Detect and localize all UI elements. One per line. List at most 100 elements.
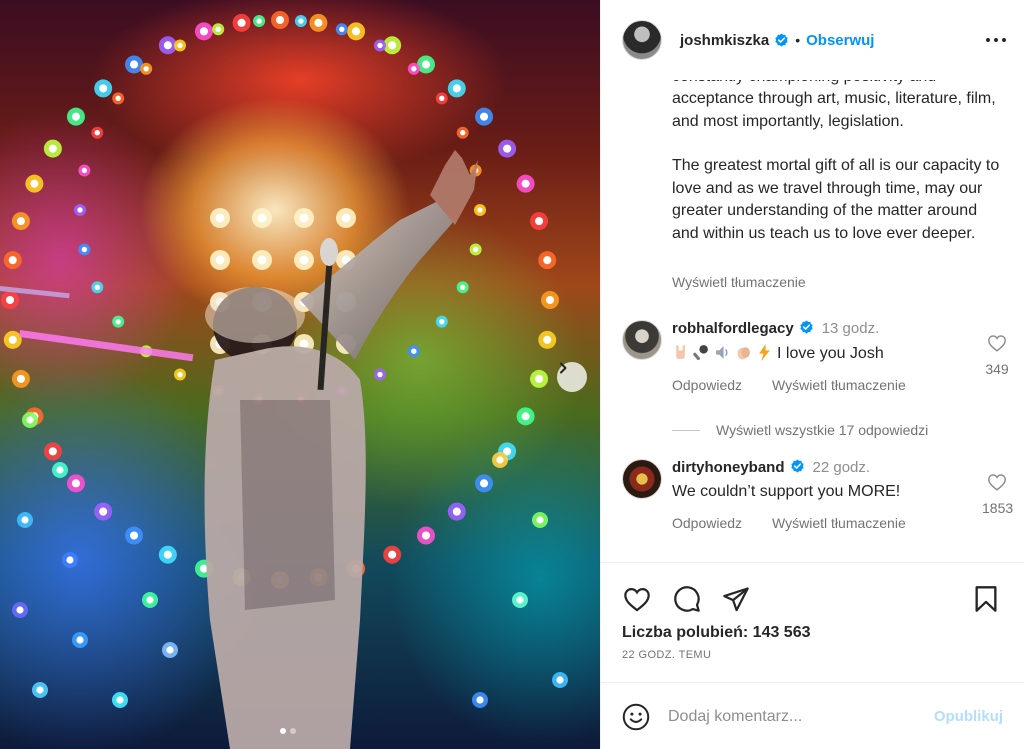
- light-beam: [19, 329, 194, 362]
- commenter-avatar[interactable]: [622, 459, 662, 499]
- reply-button[interactable]: Odpowiedz: [672, 515, 742, 531]
- stage-light-core: [48, 447, 57, 456]
- heart-icon: [988, 335, 1006, 352]
- caption-paragraph: The greatest mortal gift of all is our c…: [672, 157, 1000, 242]
- stage-light-core: [215, 213, 225, 223]
- stage-light-core: [16, 217, 25, 226]
- reply-button[interactable]: Odpowiedz: [672, 377, 742, 393]
- stage-light-core: [94, 284, 100, 290]
- stage-light-core: [71, 112, 80, 121]
- stage-light-core: [411, 66, 417, 72]
- comment-input[interactable]: [668, 707, 908, 726]
- more-options-icon: [986, 38, 1006, 42]
- stage-light-core: [421, 60, 431, 69]
- stage-light-core: [16, 606, 24, 614]
- carousel-next-button[interactable]: [557, 362, 587, 392]
- stage-light-core: [26, 416, 34, 424]
- stage-light-core: [439, 318, 445, 325]
- stage-light-core: [543, 335, 552, 344]
- concert-illustration: [0, 11, 568, 749]
- share-button[interactable]: [720, 583, 752, 615]
- stage-light-core: [99, 84, 108, 93]
- more-options-button[interactable]: [984, 28, 1008, 52]
- stage-light-core: [8, 256, 17, 265]
- stage-light-core: [477, 207, 483, 213]
- stage-light-core: [339, 26, 345, 32]
- stage-light-core: [535, 217, 544, 226]
- comment-username[interactable]: robhalfordlegacy: [672, 320, 794, 337]
- stage-light-core: [66, 556, 74, 564]
- stage-light-core: [521, 412, 530, 421]
- stage-light-core: [116, 696, 124, 704]
- bookmark-icon: [975, 586, 997, 612]
- like-button[interactable]: [621, 583, 653, 615]
- comment-time: 22 godz.: [812, 459, 871, 476]
- clapping-hands-emoji: [737, 347, 750, 360]
- comment-username[interactable]: dirtyhoneyband: [672, 459, 785, 476]
- stage-light-core: [536, 516, 544, 524]
- stage-light-core: [275, 15, 285, 25]
- commenter-avatar[interactable]: [622, 320, 662, 360]
- comment-time: 13 godz.: [821, 320, 880, 337]
- header-separator: •: [795, 32, 801, 48]
- stage-light-core: [143, 66, 149, 72]
- stage-light-core: [480, 112, 489, 121]
- stage-light-core: [129, 531, 139, 540]
- verified-badge-icon: [775, 32, 788, 47]
- stage-light-core: [535, 374, 544, 383]
- stage-light-core: [545, 295, 555, 305]
- microphone-emoji: [693, 345, 708, 361]
- stage-light-core: [76, 636, 84, 644]
- comment-like-button[interactable]: 349: [982, 334, 1012, 377]
- comment-translation-link[interactable]: Wyświetl tłumaczenie: [772, 515, 906, 531]
- post-header: joshmkiszka • Obserwuj: [601, 0, 1024, 80]
- performer: [204, 150, 478, 749]
- stage-light-core: [163, 550, 172, 559]
- comment-like-count: 1853: [982, 500, 1014, 516]
- see-translation-link[interactable]: Wyświetl tłumaczenie: [672, 274, 806, 290]
- carousel-dot: [290, 728, 296, 734]
- stage-light-core: [5, 295, 15, 305]
- follow-button[interactable]: Obserwuj: [806, 32, 874, 49]
- author-avatar[interactable]: [622, 20, 662, 60]
- stage-light-core: [56, 466, 64, 474]
- comment-actions: Odpowiedz Wyświetl tłumaczenie: [672, 377, 972, 393]
- stage-light-core: [215, 255, 225, 265]
- stage-light-core: [460, 130, 466, 136]
- stage-light-core: [199, 27, 208, 36]
- likes-count[interactable]: Liczba polubień: 143 563: [622, 624, 811, 642]
- stage-light-core: [388, 550, 397, 559]
- stage-light-core: [166, 646, 174, 654]
- post-photo[interactable]: [0, 0, 600, 749]
- stage-light-core: [256, 18, 262, 24]
- stage-light-core: [48, 144, 57, 153]
- stage-light-core: [341, 213, 351, 223]
- speaker-emoji: [716, 346, 728, 359]
- post-timestamp[interactable]: 22 GODZ. TEMU: [622, 649, 711, 661]
- stage-light-core: [299, 213, 309, 223]
- view-replies-button[interactable]: Wyświetl wszystkie 17 odpowiedzi: [672, 422, 928, 438]
- comment-like-count: 349: [985, 361, 1009, 377]
- comment-like-button[interactable]: 1853: [982, 473, 1014, 516]
- stage-light-core: [377, 42, 383, 49]
- comment-button[interactable]: [671, 583, 703, 615]
- view-replies-label: Wyświetl wszystkie 17 odpowiedzi: [716, 422, 929, 438]
- save-button[interactable]: [970, 583, 1002, 615]
- stage-light-core: [521, 179, 530, 188]
- emoji-smile-icon[interactable]: [622, 703, 650, 731]
- stage-light-core: [77, 207, 83, 213]
- verified-badge-icon: [790, 459, 804, 473]
- post-details-panel: joshmkiszka • Obserwuj constantly champi…: [600, 0, 1024, 749]
- stage-light-core: [472, 246, 479, 253]
- stage-light-core: [81, 246, 88, 253]
- stage-light-core: [8, 335, 17, 344]
- comment-translation-link[interactable]: Wyświetl tłumaczenie: [772, 377, 906, 393]
- stage-light-core: [115, 95, 121, 102]
- carousel-dot-active: [280, 728, 286, 734]
- publish-button[interactable]: Opublikuj: [934, 708, 1003, 725]
- replies-divider: [672, 429, 700, 431]
- author-username[interactable]: joshmkiszka: [680, 32, 769, 49]
- horns-hand-emoji: [676, 345, 685, 359]
- stage-light-core: [556, 676, 564, 684]
- comments-scroll-area[interactable]: constantly championing positivity and ac…: [601, 60, 1024, 563]
